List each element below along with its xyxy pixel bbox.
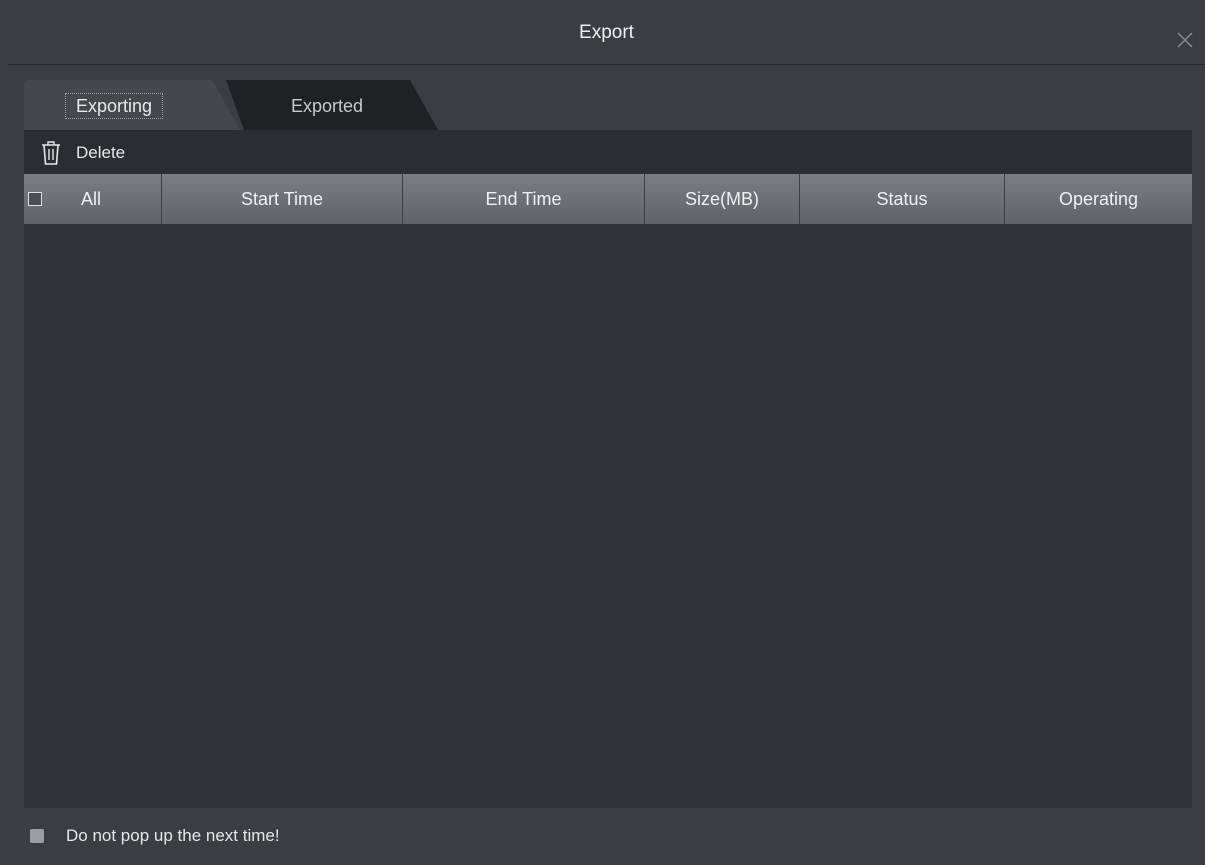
table-body <box>24 224 1192 808</box>
trash-icon <box>42 141 60 165</box>
column-operating[interactable]: Operating <box>1005 174 1192 224</box>
dont-popup-checkbox[interactable] <box>30 829 44 843</box>
column-start-time[interactable]: Start Time <box>162 174 403 224</box>
column-all: All <box>24 174 162 224</box>
close-icon <box>1177 32 1193 48</box>
dont-popup-label[interactable]: Do not pop up the next time! <box>66 826 280 846</box>
title-bar: Export <box>8 8 1205 65</box>
dialog-title: Export <box>579 22 634 43</box>
column-all-label: All <box>81 188 102 209</box>
delete-label: Delete <box>76 143 126 162</box>
table-header: All Start Time End Time Size(MB) Status … <box>24 174 1192 224</box>
exporting-panel: Delete All Start Time End Time Size(MB) … <box>24 130 1192 808</box>
toolbar: Delete <box>24 130 1192 174</box>
footer: Do not pop up the next time! <box>30 824 280 848</box>
tab-exporting-label: Exporting <box>64 93 164 119</box>
tab-bar: Exported Exporting <box>24 80 1194 130</box>
close-button[interactable] <box>1173 28 1197 52</box>
tab-exported[interactable]: Exported <box>212 80 452 130</box>
column-status[interactable]: Status <box>800 174 1005 224</box>
export-dialog: Export Exported Exporting Delete All Sta… <box>8 8 1205 865</box>
tab-exporting[interactable]: Exporting <box>24 80 244 130</box>
select-all-checkbox[interactable] <box>28 192 42 206</box>
column-end-time[interactable]: End Time <box>403 174 645 224</box>
delete-button[interactable]: Delete <box>40 139 125 167</box>
column-size[interactable]: Size(MB) <box>645 174 800 224</box>
